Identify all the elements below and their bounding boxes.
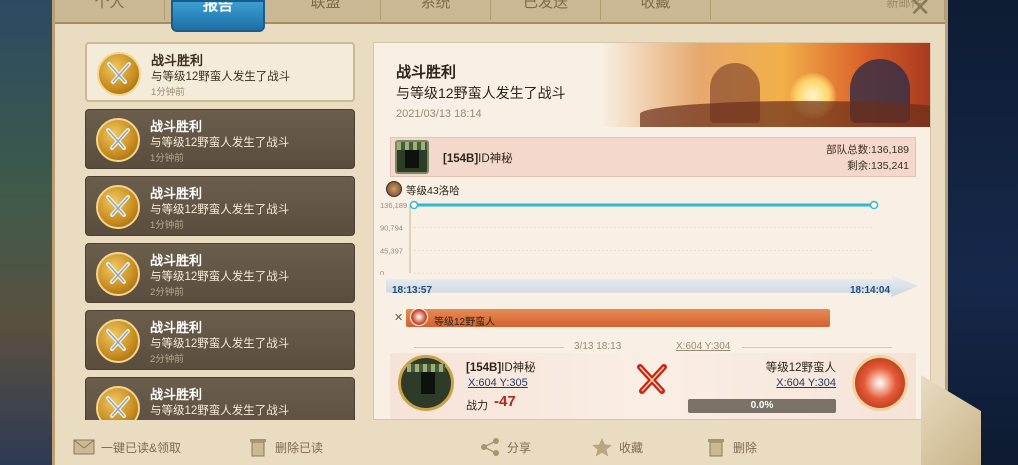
battle-banner-image <box>600 43 930 127</box>
y-tick-label: 90,794 <box>380 224 403 233</box>
tab-personal[interactable]: 个人 <box>55 0 165 20</box>
tab-bar: 个人 报告 联盟 系统 已发送 收藏 新邮件 <box>55 0 945 32</box>
enemy-percent-bar: 0.0% <box>688 399 836 413</box>
report-desc: 与等级12野蛮人发生了战斗 <box>150 405 290 417</box>
tab-alliance[interactable]: 联盟 <box>271 0 381 20</box>
report-item[interactable]: 战斗胜利 与等级12野蛮人发生了战斗 2分钟前 <box>85 310 355 370</box>
read-all-button[interactable]: 一键已读&领取 <box>73 437 181 457</box>
share-button[interactable]: 分享 <box>479 437 531 457</box>
report-item[interactable]: 战斗胜利 与等级12野蛮人发生了战斗 <box>85 377 355 420</box>
report-desc: 与等级12野蛮人发生了战斗 <box>150 338 290 350</box>
battle-date: 3/13 18:13 <box>574 341 622 352</box>
timeline-start: 18:13:57 <box>392 285 433 296</box>
close-icon[interactable]: ✕ <box>394 311 403 324</box>
troop-line-chart: 136,189 90,794 45,397 0 <box>380 200 879 275</box>
barbarian-avatar[interactable] <box>852 355 908 411</box>
battle-timeline <box>386 275 918 297</box>
tab-system[interactable]: 系统 <box>381 0 491 20</box>
crossed-swords-icon <box>96 319 140 363</box>
y-tick-label: 0 <box>380 269 384 275</box>
right-enemy-name: 等级12野蛮人 <box>765 362 836 374</box>
new-mail-button[interactable]: 新邮件 <box>865 0 945 20</box>
report-title: 战斗胜利 <box>150 253 203 268</box>
report-desc: 与等级12野蛮人发生了战斗 <box>150 204 290 216</box>
enemy-label: 等级12野蛮人 <box>434 317 496 328</box>
crossed-swords-icon <box>96 185 140 229</box>
player-name: [154B]ID神秘 <box>443 153 513 165</box>
troop-data-point <box>869 200 879 210</box>
detail-date: 2021/03/13 18:14 <box>396 108 482 120</box>
battle-summary: [154B]ID神秘 X:604 Y:305 战力 -47 等级12野蛮人 X:… <box>390 353 916 419</box>
crossed-swords-icon <box>96 252 140 296</box>
divider <box>742 347 892 348</box>
game-background-left <box>0 0 56 465</box>
report-item[interactable]: 战斗胜利 与等级12野蛮人发生了战斗 1分钟前 <box>85 42 355 102</box>
remaining-troops: 剩余:135,241 <box>847 160 909 172</box>
trash-icon <box>250 439 266 457</box>
report-desc: 与等级12野蛮人发生了战斗 <box>150 271 290 283</box>
right-coordinates[interactable]: X:604 Y:304 <box>776 377 836 389</box>
left-coordinates[interactable]: X:604 Y:305 <box>468 377 528 389</box>
army-summary[interactable]: [154B]ID神秘 部队总数:136,189 剩余:135,241 <box>390 137 916 177</box>
delete-read-button[interactable]: 删除已读 <box>247 437 323 457</box>
report-detail: 战斗胜利 与等级12野蛮人发生了战斗 2021/03/13 18:14 [154… <box>373 42 931 420</box>
player-avatar[interactable] <box>398 355 454 411</box>
enemy-percent: 0.0% <box>750 400 774 411</box>
report-item[interactable]: 战斗胜利 与等级12野蛮人发生了战斗 2分钟前 <box>85 243 355 303</box>
divider <box>414 347 564 348</box>
left-player-name: [154B]ID神秘 <box>466 362 536 374</box>
crossed-swords-icon <box>637 364 667 394</box>
trash-icon <box>708 439 724 457</box>
report-time: 1分钟前 <box>150 220 184 231</box>
barbarian-icon <box>410 308 428 326</box>
star-icon <box>592 438 612 457</box>
tab-reports[interactable]: 报告 <box>171 0 265 32</box>
crossed-swords-icon <box>96 386 140 420</box>
report-title: 战斗胜利 <box>151 53 204 68</box>
report-list[interactable]: 战斗胜利 与等级12野蛮人发生了战斗 1分钟前 战斗胜利 与等级12野蛮人发生了… <box>85 42 355 420</box>
detail-title: 战斗胜利 <box>396 64 457 81</box>
timeline-end: 18:14:04 <box>850 285 891 296</box>
crossed-swords-icon <box>97 52 141 96</box>
troop-chart: 136,189 90,794 45,397 0 <box>374 195 932 275</box>
report-time: 1分钟前 <box>150 153 184 164</box>
battle-coordinates[interactable]: X:604 Y:304 <box>676 341 730 352</box>
bottom-toolbar: 一键已读&领取 删除已读 分享 收藏 删除 <box>55 425 945 465</box>
mail-icon <box>73 439 95 455</box>
report-title: 战斗胜利 <box>150 320 203 335</box>
detail-subtitle: 与等级12野蛮人发生了战斗 <box>396 85 566 101</box>
player-avatar <box>395 140 429 174</box>
report-time: 1分钟前 <box>151 87 185 98</box>
share-icon <box>481 438 499 456</box>
report-desc: 与等级12野蛮人发生了战斗 <box>151 71 291 83</box>
troop-data-point <box>409 200 419 210</box>
report-time: 2分钟前 <box>150 287 184 298</box>
power-value: -47 <box>494 393 516 410</box>
y-tick-label: 45,397 <box>380 246 403 255</box>
total-troops: 部队总数:136,189 <box>826 144 909 156</box>
report-title: 战斗胜利 <box>150 186 203 201</box>
y-tick-label: 136,189 <box>380 201 407 210</box>
tab-sent[interactable]: 已发送 <box>491 0 601 20</box>
report-item[interactable]: 战斗胜利 与等级12野蛮人发生了战斗 1分钟前 <box>85 176 355 236</box>
report-desc: 与等级12野蛮人发生了战斗 <box>150 137 290 149</box>
tab-favorites[interactable]: 收藏 <box>601 0 711 20</box>
report-item[interactable]: 战斗胜利 与等级12野蛮人发生了战斗 1分钟前 <box>85 109 355 169</box>
delete-button[interactable]: 删除 <box>705 437 757 457</box>
crossed-swords-icon <box>96 118 140 162</box>
report-title: 战斗胜利 <box>150 387 203 402</box>
power-label: 战力 <box>466 400 488 412</box>
mail-panel: 个人 报告 联盟 系统 已发送 收藏 新邮件 ✕ 战斗胜利 与等级12野蛮人发生… <box>52 0 948 465</box>
report-title: 战斗胜利 <box>150 119 203 134</box>
close-icon[interactable]: ✕ <box>909 0 931 23</box>
report-time: 2分钟前 <box>150 354 184 365</box>
favorite-button[interactable]: 收藏 <box>591 437 643 457</box>
